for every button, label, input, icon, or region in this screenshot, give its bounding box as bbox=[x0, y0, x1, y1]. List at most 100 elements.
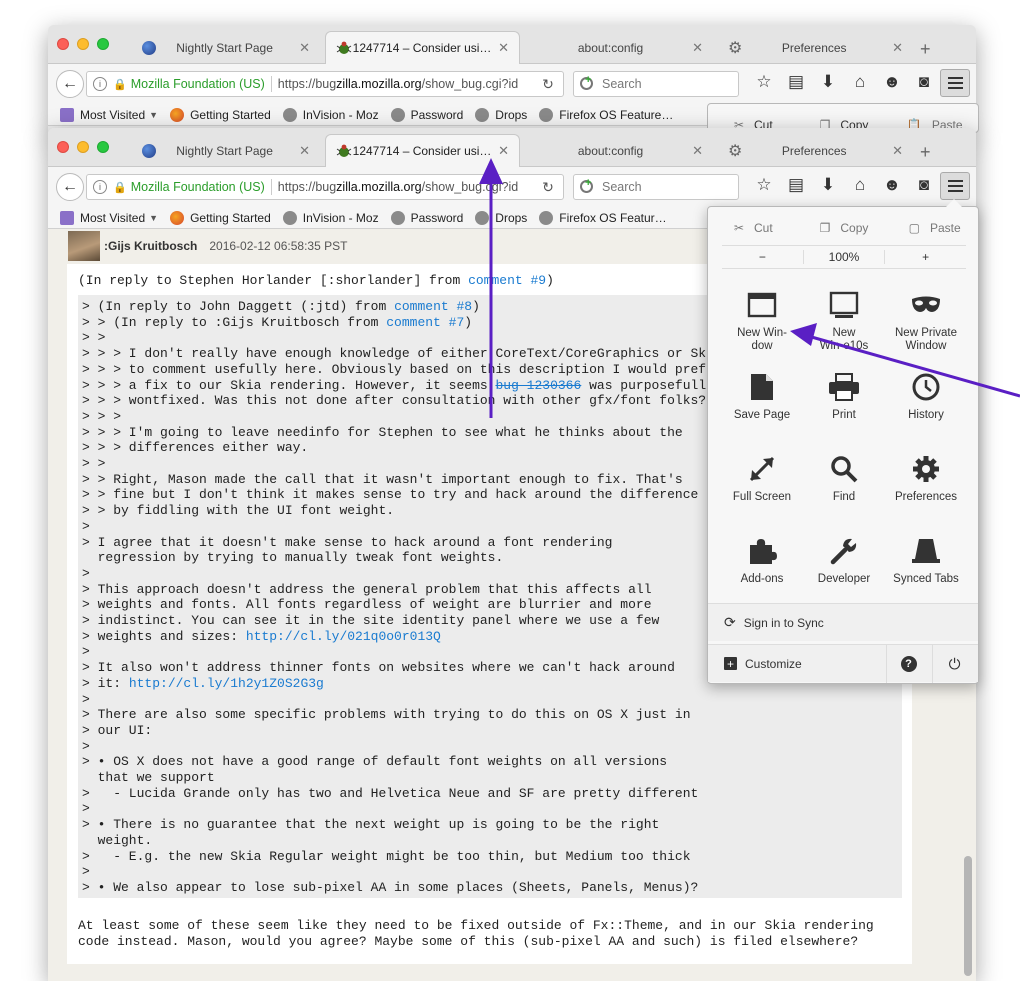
home-icon[interactable]: ⌂ bbox=[844, 72, 876, 92]
menu-item-private-mask[interactable]: New Private Window bbox=[885, 281, 967, 363]
bookmark-password[interactable]: Password bbox=[390, 210, 463, 225]
bookmark-most-visited[interactable]: Most Visited ▼ bbox=[60, 107, 158, 122]
info-icon[interactable]: i bbox=[93, 180, 107, 194]
menu-item-new-window[interactable]: New Win- dow bbox=[721, 281, 803, 363]
bookmark-star-icon[interactable]: ☆ bbox=[748, 175, 780, 195]
tab-preferences[interactable]: ⚙ Preferences ✕ bbox=[718, 134, 913, 167]
cut-button[interactable]: ✂ Cut bbox=[708, 221, 799, 235]
bookmark-invision[interactable]: InVision - Moz bbox=[282, 107, 379, 122]
close-tab-icon[interactable]: ✕ bbox=[498, 40, 509, 56]
tab-bug-1247714[interactable]: 1247714 – Consider usi… ✕ bbox=[325, 134, 520, 167]
reading-list-icon[interactable]: ▤ bbox=[780, 175, 812, 195]
bookmark-invision[interactable]: InVision - Moz bbox=[282, 210, 379, 225]
quote-link[interactable]: http://cl.ly/021q0o0r013Q bbox=[246, 629, 441, 644]
back-button[interactable]: ← bbox=[56, 173, 84, 201]
bookmark-drops[interactable]: Drops bbox=[475, 107, 527, 122]
close-tab-icon[interactable]: ✕ bbox=[299, 40, 310, 56]
zoom-window-button[interactable] bbox=[97, 141, 109, 153]
close-window-button[interactable] bbox=[57, 141, 69, 153]
hamburger-menu-button[interactable] bbox=[940, 172, 970, 200]
paste-button[interactable]: ▢ Paste bbox=[889, 221, 980, 235]
bugzilla-bug-icon bbox=[336, 41, 352, 54]
close-tab-icon[interactable]: ✕ bbox=[692, 143, 703, 159]
bookmark-drops[interactable]: Drops bbox=[475, 210, 527, 225]
customize-button[interactable]: + Customize bbox=[724, 657, 802, 671]
menu-item-label: Synced Tabs bbox=[893, 573, 959, 585]
zoom-reset-button[interactable]: 100% bbox=[802, 250, 886, 264]
navigation-toolbar: ← i 🔒 Mozilla Foundation (US) https://bu… bbox=[48, 167, 976, 207]
copy-button[interactable]: ❐ Copy bbox=[799, 221, 890, 235]
quote-text: > bbox=[82, 565, 90, 581]
menu-item-fullscreen-arrows[interactable]: Full Screen bbox=[721, 445, 803, 527]
tab-nightly-start-page[interactable]: Nightly Start Page ✕ bbox=[132, 134, 320, 167]
resolved-bug-link[interactable]: bug 1230366 bbox=[495, 378, 581, 393]
close-window-button[interactable] bbox=[57, 38, 69, 50]
zoom-out-button[interactable]: − bbox=[722, 250, 803, 264]
close-tab-icon[interactable]: ✕ bbox=[498, 143, 509, 159]
reading-list-icon[interactable]: ▤ bbox=[780, 72, 812, 92]
zoom-in-button[interactable]: + bbox=[885, 250, 966, 264]
tab-nightly-start-page[interactable]: Nightly Start Page ✕ bbox=[132, 31, 320, 64]
menu-item-synced-tabs[interactable]: Synced Tabs bbox=[885, 527, 967, 609]
tab-bug-1247714[interactable]: 1247714 – Consider usi… ✕ bbox=[325, 31, 520, 64]
menu-item-history-clock[interactable]: History bbox=[885, 363, 967, 445]
close-tab-icon[interactable]: ✕ bbox=[892, 40, 903, 56]
search-bar[interactable]: Search bbox=[573, 71, 739, 97]
home-icon[interactable]: ⌂ bbox=[844, 175, 876, 195]
url-text[interactable]: https://bugzilla.mozilla.org/show_bug.cg… bbox=[278, 180, 533, 194]
new-tab-plus-icon[interactable]: + bbox=[920, 142, 931, 163]
minimize-window-button[interactable] bbox=[77, 38, 89, 50]
downloads-arrow-icon[interactable]: ⬇ bbox=[812, 175, 844, 195]
reload-icon[interactable]: ↻ bbox=[533, 179, 563, 196]
info-icon[interactable]: i bbox=[93, 77, 107, 91]
menu-item-magnifier[interactable]: Find bbox=[803, 445, 885, 527]
menu-item-gear[interactable]: Preferences bbox=[885, 445, 967, 527]
quote-link[interactable]: comment #8 bbox=[394, 299, 472, 314]
tab-preferences[interactable]: ⚙ Preferences ✕ bbox=[718, 31, 913, 64]
bookmark-getting-started[interactable]: Getting Started bbox=[170, 107, 271, 122]
menu-item-wrench[interactable]: Developer bbox=[803, 527, 885, 609]
site-identity[interactable]: Mozilla Foundation (US) bbox=[131, 180, 265, 194]
hello-smiley-icon[interactable]: ☻ bbox=[876, 72, 908, 92]
bookmark-firefox-os[interactable]: Firefox OS Featur… bbox=[539, 210, 667, 225]
url-bar[interactable]: i 🔒 Mozilla Foundation (US) https://bugz… bbox=[86, 174, 564, 200]
close-tab-icon[interactable]: ✕ bbox=[892, 143, 903, 159]
close-tab-icon[interactable]: ✕ bbox=[299, 143, 310, 159]
tab-about-config[interactable]: about:config ✕ bbox=[525, 134, 713, 167]
bookmark-star-icon[interactable]: ☆ bbox=[748, 72, 780, 92]
back-button[interactable]: ← bbox=[56, 70, 84, 98]
reload-icon[interactable]: ↻ bbox=[533, 76, 563, 93]
menu-item-save-page[interactable]: Save Page bbox=[721, 363, 803, 445]
menu-item-printer[interactable]: Print bbox=[803, 363, 885, 445]
url-text[interactable]: https://bugzilla.mozilla.org/show_bug.cg… bbox=[278, 77, 533, 91]
zoom-window-button[interactable] bbox=[97, 38, 109, 50]
quote-link[interactable]: comment #7 bbox=[386, 315, 464, 330]
hamburger-menu-button[interactable] bbox=[940, 69, 970, 97]
search-bar[interactable]: Search bbox=[573, 174, 739, 200]
comment-author[interactable]: :Gijs Kruitbosch bbox=[104, 239, 197, 253]
globe-icon bbox=[475, 107, 490, 122]
menu-item-puzzle-piece[interactable]: Add-ons bbox=[721, 527, 803, 609]
bookmark-most-visited[interactable]: Most Visited ▼ bbox=[60, 210, 158, 225]
new-tab-plus-icon[interactable]: + bbox=[920, 39, 931, 60]
quote-link[interactable]: http://cl.ly/1h2y1Z0S2G3g bbox=[129, 676, 324, 691]
close-tab-icon[interactable]: ✕ bbox=[692, 40, 703, 56]
downloads-arrow-icon[interactable]: ⬇ bbox=[812, 72, 844, 92]
site-identity[interactable]: Mozilla Foundation (US) bbox=[131, 77, 265, 91]
pocket-icon[interactable]: ◙ bbox=[908, 175, 940, 195]
pocket-icon[interactable]: ◙ bbox=[908, 72, 940, 92]
hello-smiley-icon[interactable]: ☻ bbox=[876, 175, 908, 195]
menu-item-label: Preferences bbox=[894, 491, 957, 503]
bookmark-firefox-os[interactable]: Firefox OS Feature… bbox=[539, 107, 673, 122]
bookmark-getting-started[interactable]: Getting Started bbox=[170, 210, 271, 225]
reply-link[interactable]: comment #9 bbox=[468, 273, 546, 288]
menu-item-new-e10s-window[interactable]: New Win-e10s bbox=[803, 281, 885, 363]
sign-in-to-sync-button[interactable]: ⟳ Sign in to Sync bbox=[708, 603, 978, 641]
scrollbar-thumb[interactable] bbox=[964, 856, 972, 976]
quit-button[interactable]: ⏻ bbox=[932, 645, 976, 683]
url-bar[interactable]: i 🔒 Mozilla Foundation (US) https://bugz… bbox=[86, 71, 564, 97]
bookmark-password[interactable]: Password bbox=[390, 107, 463, 122]
help-button[interactable]: ? bbox=[886, 645, 930, 683]
tab-about-config[interactable]: about:config ✕ bbox=[525, 31, 713, 64]
minimize-window-button[interactable] bbox=[77, 141, 89, 153]
